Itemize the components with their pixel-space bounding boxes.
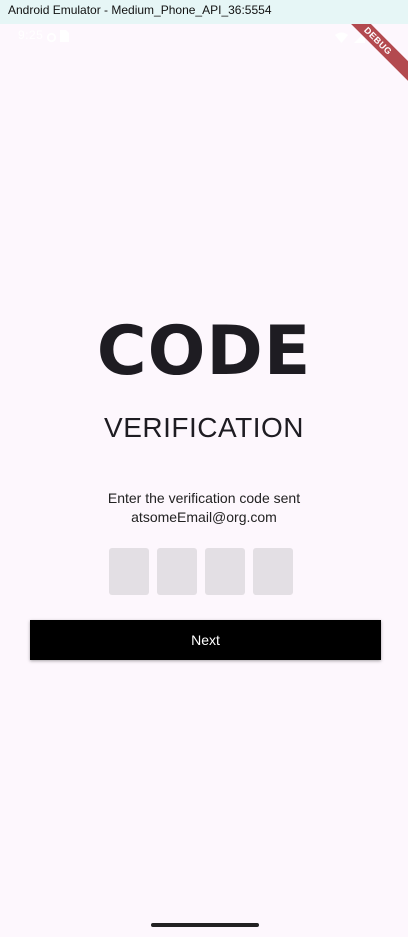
app-screen: 9:25 DEBUG CODE VERIFICATION Enter the v… — [0, 24, 408, 937]
otp-digit-4[interactable] — [253, 548, 293, 595]
otp-digit-3[interactable] — [205, 548, 245, 595]
instruction-text: Enter the verification code sent atsomeE… — [0, 489, 408, 527]
status-time: 9:25 — [18, 28, 44, 42]
otp-input-row — [109, 548, 293, 595]
next-button[interactable]: Next — [30, 620, 381, 660]
window-titlebar: Android Emulator - Medium_Phone_API_36:5… — [0, 0, 408, 24]
email-address: atsomeEmail@org.com — [131, 509, 277, 525]
home-indicator[interactable] — [151, 923, 259, 927]
sim-icon — [60, 29, 69, 47]
instruction-line: Enter the verification code sent — [107, 490, 301, 506]
page-title: CODE — [96, 312, 312, 391]
otp-digit-2[interactable] — [157, 548, 197, 595]
status-bar: 9:25 DEBUG — [0, 24, 408, 89]
window-title: Android Emulator - Medium_Phone_API_36:5… — [8, 3, 272, 17]
settings-icon — [46, 30, 57, 48]
otp-digit-1[interactable] — [109, 548, 149, 595]
page-subtitle: VERIFICATION — [104, 412, 304, 443]
wifi-icon — [335, 30, 348, 48]
